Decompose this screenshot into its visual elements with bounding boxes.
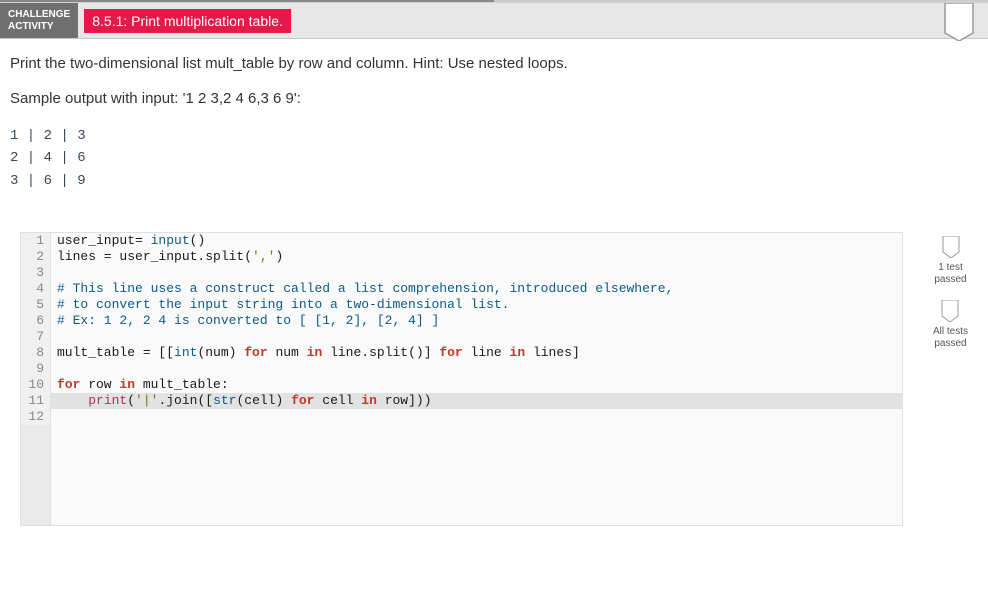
shield-icon xyxy=(942,236,960,258)
code-content[interactable]: # Ex: 1 2, 2 4 is converted to [ [1, 2],… xyxy=(51,313,439,329)
code-content[interactable]: lines = user_input.split(',') xyxy=(51,249,283,265)
workspace: 1user_input= input()2lines = user_input.… xyxy=(10,232,978,526)
code-content[interactable] xyxy=(51,265,57,281)
line-number: 8 xyxy=(21,345,51,361)
status-column: 1 test passed All tests passed xyxy=(923,232,978,364)
sample-output: 1 | 2 | 3 2 | 4 | 6 3 | 6 | 9 xyxy=(10,125,978,192)
line-number: 10 xyxy=(21,377,51,393)
code-line[interactable]: 6# Ex: 1 2, 2 4 is converted to [ [1, 2]… xyxy=(21,313,902,329)
header-bar: CHALLENGE ACTIVITY 8.5.1: Print multipli… xyxy=(0,3,988,39)
line-number: 9 xyxy=(21,361,51,377)
challenge-label-line2: ACTIVITY xyxy=(8,21,70,33)
sample-output-label: Sample output with input: '1 2 3,2 4 6,3… xyxy=(10,90,978,107)
line-number: 6 xyxy=(21,313,51,329)
code-content[interactable]: print('|'.join([str(cell) for cell in ro… xyxy=(51,393,432,409)
code-line[interactable]: 11 print('|'.join([str(cell) for cell in… xyxy=(21,393,902,409)
code-line[interactable]: 5# to convert the input string into a tw… xyxy=(21,297,902,313)
code-content[interactable] xyxy=(51,361,57,377)
line-number: 4 xyxy=(21,281,51,297)
line-number: 12 xyxy=(21,409,51,425)
code-line[interactable]: 10for row in mult_table: xyxy=(21,377,902,393)
code-line[interactable]: 1user_input= input() xyxy=(21,233,902,249)
code-line[interactable]: 12 xyxy=(21,409,902,425)
code-line[interactable]: 7 xyxy=(21,329,902,345)
code-line[interactable]: 8mult_table = [[int(num) for num in line… xyxy=(21,345,902,361)
status-one-test-label: 1 test passed xyxy=(934,262,966,286)
code-content[interactable]: mult_table = [[int(num) for num in line.… xyxy=(51,345,580,361)
bookmark-icon[interactable] xyxy=(944,3,974,41)
challenge-title: 8.5.1: Print multiplication table. xyxy=(84,9,291,33)
line-number: 5 xyxy=(21,297,51,313)
status-one-test: 1 test passed xyxy=(934,236,966,286)
code-content[interactable]: # to convert the input string into a two… xyxy=(51,297,509,313)
instruction-text: Print the two-dimensional list mult_tabl… xyxy=(10,55,978,72)
code-line[interactable]: 2lines = user_input.split(',') xyxy=(21,249,902,265)
code-content[interactable]: for row in mult_table: xyxy=(51,377,229,393)
content-area: Print the two-dimensional list mult_tabl… xyxy=(0,39,988,526)
line-number: 1 xyxy=(21,233,51,249)
line-number: 11 xyxy=(21,393,51,409)
challenge-label: CHALLENGE ACTIVITY xyxy=(0,3,78,38)
line-number: 7 xyxy=(21,329,51,345)
code-content[interactable] xyxy=(51,409,57,425)
shield-icon xyxy=(941,300,959,322)
line-number: 2 xyxy=(21,249,51,265)
challenge-label-line1: CHALLENGE xyxy=(8,9,70,21)
status-all-tests-label: All tests passed xyxy=(933,326,968,350)
code-line[interactable]: 3 xyxy=(21,265,902,281)
status-all-tests: All tests passed xyxy=(933,300,968,350)
code-line[interactable]: 9 xyxy=(21,361,902,377)
code-content[interactable] xyxy=(51,329,57,345)
code-line[interactable]: 4# This line uses a construct called a l… xyxy=(21,281,902,297)
code-editor[interactable]: 1user_input= input()2lines = user_input.… xyxy=(20,232,903,526)
line-number: 3 xyxy=(21,265,51,281)
code-content[interactable]: # This line uses a construct called a li… xyxy=(51,281,673,297)
code-content[interactable]: user_input= input() xyxy=(51,233,205,249)
